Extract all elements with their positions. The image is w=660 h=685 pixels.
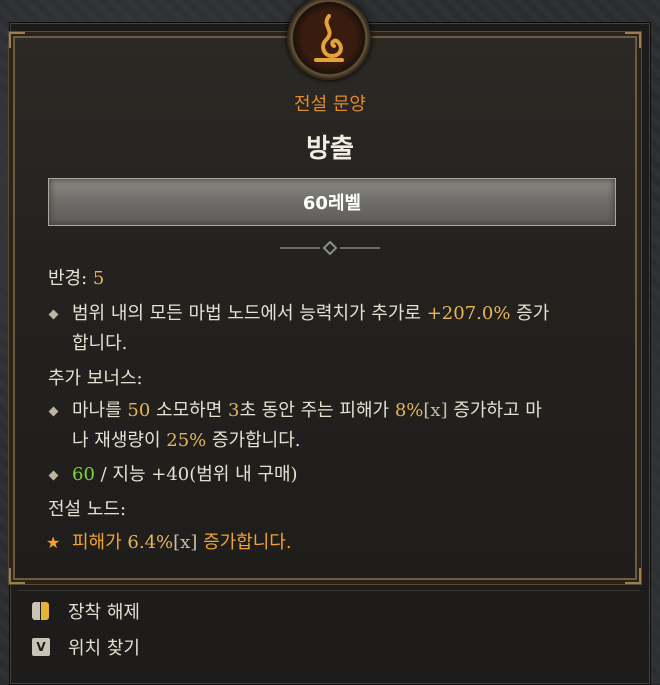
effect-text: 증가 xyxy=(510,303,550,324)
bonus-value: 25% xyxy=(166,430,207,451)
requirement-line: 60 / 지능 +40(범위 내 구매) xyxy=(72,460,298,490)
node-value: 6.4% xyxy=(127,532,174,553)
bonus-text: 증가합니다. xyxy=(206,430,301,451)
ornament-divider xyxy=(280,241,380,255)
level-requirement: 60레벨 xyxy=(48,178,616,226)
legendary-node-line: 피해가 6.4%[x] 증가합니다. xyxy=(72,528,292,558)
node-text: 피해가 xyxy=(72,532,128,553)
legendary-node-label: 전설 노드: xyxy=(48,499,127,520)
bonus-value: 50 xyxy=(127,400,151,421)
radius-label: 반경: xyxy=(48,268,88,289)
glyph-rarity: 전설 문양 xyxy=(294,94,366,115)
node-bracket: [x] xyxy=(173,532,198,553)
corner-ornament xyxy=(9,32,25,48)
footer-divider xyxy=(18,590,640,591)
corner-ornament xyxy=(625,568,641,584)
bonus-value: 3 xyxy=(228,400,240,421)
glyph-name: 방출 xyxy=(306,134,354,164)
effect-line-1b: 합니다. xyxy=(72,333,128,354)
effect-line-1: 범위 내의 모든 마법 노드에서 능력치가 추가로 +207.0% 증가 xyxy=(72,299,549,329)
radius-value: 5 xyxy=(92,268,105,289)
unequip-label: 장착 해제 xyxy=(68,602,140,623)
bonus-text: 나 재생량이 xyxy=(72,430,167,451)
bonus-value: 8% xyxy=(394,400,424,421)
node-text: 증가합니다. xyxy=(197,532,292,553)
v-key-icon: V xyxy=(32,638,50,656)
bonus-text: 마나를 xyxy=(72,400,128,421)
requirement-text: / 지능 +40(범위 내 구매) xyxy=(94,464,298,485)
effect-value: +207.0% xyxy=(426,303,511,324)
radius-line: 반경: 5 xyxy=(48,264,104,294)
bonus-line-2: 나 재생량이 25% 증가합니다. xyxy=(72,426,301,456)
requirement-value: 60 xyxy=(72,464,95,485)
effect-text: 범위 내의 모든 마법 노드에서 능력치가 추가로 xyxy=(72,303,427,324)
bonus-text: 증가하고 마 xyxy=(447,400,542,421)
locate-action[interactable]: V 위치 찾기 xyxy=(32,630,140,664)
legendary-glyph-icon xyxy=(287,0,371,80)
star-icon: ★ xyxy=(46,533,61,552)
bonus-text: 초 동안 주는 피해가 xyxy=(239,400,395,421)
locate-label: 위치 찾기 xyxy=(68,638,140,659)
bonus-bracket: [x] xyxy=(423,400,448,421)
bonus-line-1: 마나를 50 소모하면 3초 동안 주는 피해가 8%[x] 증가하고 마 xyxy=(72,396,542,426)
bonus-text: 소모하면 xyxy=(150,400,228,421)
corner-ornament xyxy=(625,32,641,48)
mouse-icon xyxy=(32,602,50,620)
unequip-action[interactable]: 장착 해제 xyxy=(32,594,140,628)
corner-ornament xyxy=(9,568,25,584)
bonus-label: 추가 보너스: xyxy=(48,368,143,389)
